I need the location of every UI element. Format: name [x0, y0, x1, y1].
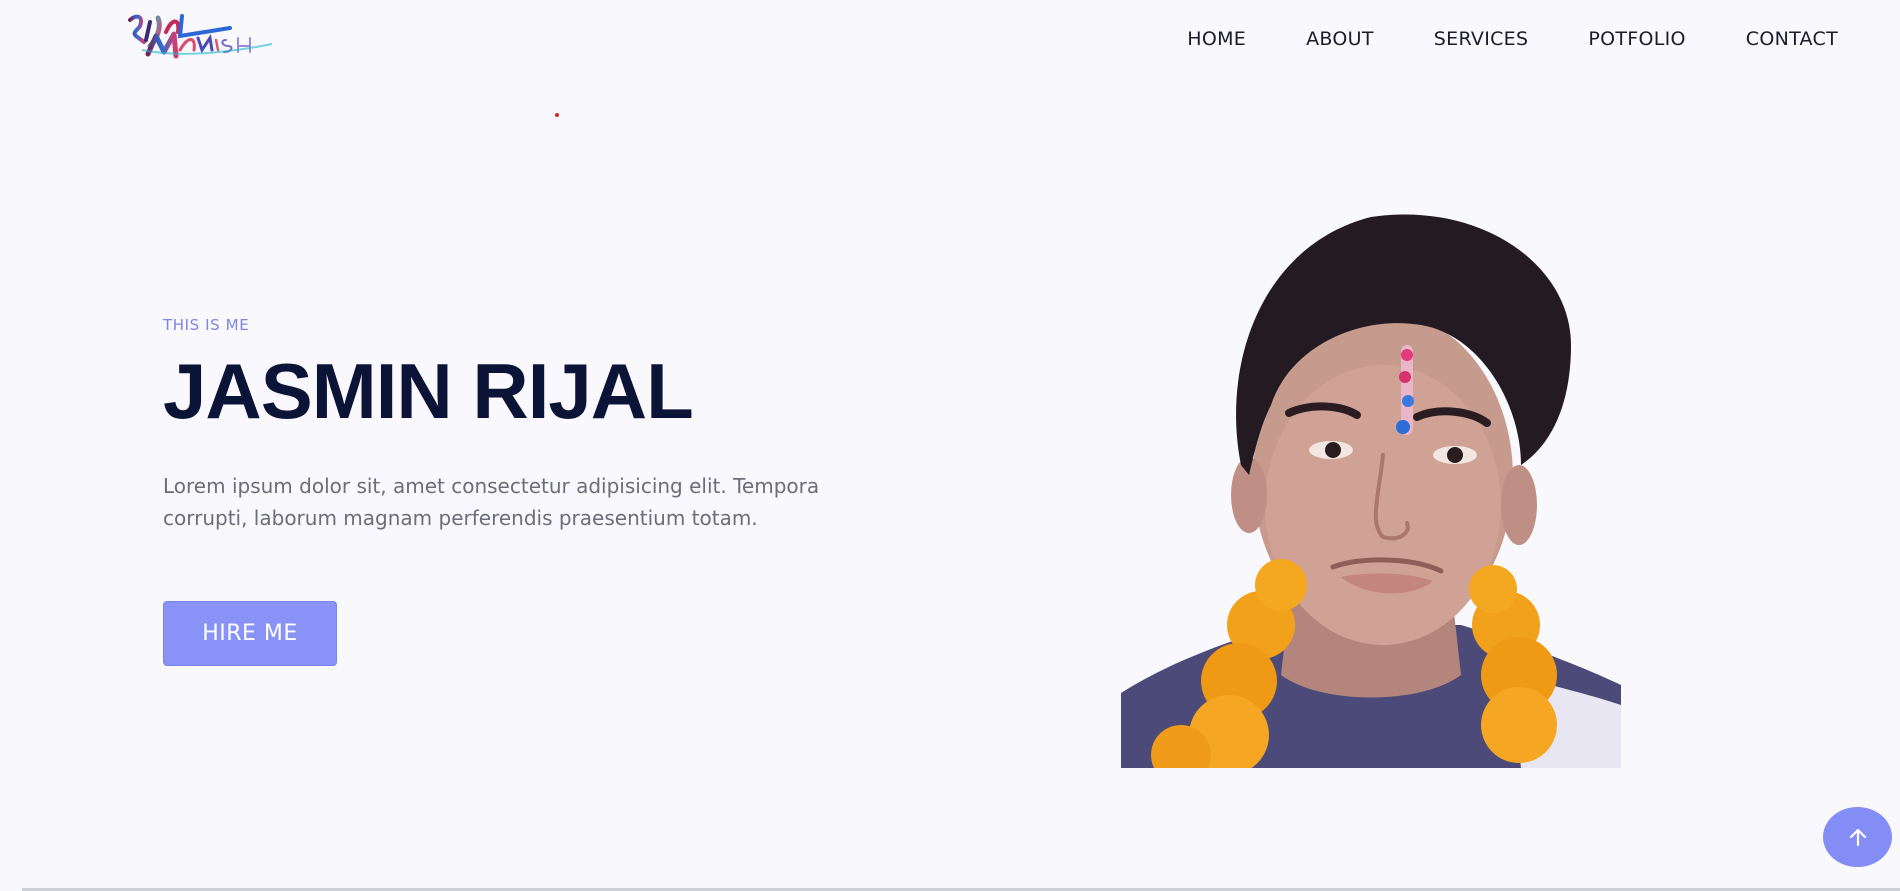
hire-me-button[interactable]: HIRE ME — [163, 601, 337, 666]
nav-about[interactable]: ABOUT — [1306, 28, 1374, 50]
hero-description: Lorem ipsum dolor sit, amet consectetur … — [163, 474, 820, 530]
hero-intro: THIS IS ME JASMIN RIJAL Lorem ipsum dolo… — [163, 316, 883, 534]
scroll-to-top-button[interactable] — [1823, 807, 1892, 867]
nav-services[interactable]: SERVICES — [1434, 28, 1529, 50]
site-logo[interactable] — [122, 6, 292, 72]
nav-portfolio[interactable]: POTFOLIO — [1588, 28, 1685, 50]
main-nav: HOME ABOUT SERVICES POTFOLIO CONTACT — [1127, 28, 1838, 50]
decorative-dot — [555, 113, 559, 117]
profile-photo — [1121, 205, 1621, 768]
hero-name: JASMIN RIJAL — [163, 347, 694, 435]
nav-home[interactable]: HOME — [1187, 28, 1246, 50]
brand-logo-icon — [128, 14, 273, 59]
nav-contact[interactable]: CONTACT — [1746, 28, 1838, 50]
profile-photo-icon — [1121, 214, 1621, 768]
hero-eyebrow: THIS IS ME — [163, 316, 250, 334]
arrow-up-icon — [1849, 828, 1866, 847]
